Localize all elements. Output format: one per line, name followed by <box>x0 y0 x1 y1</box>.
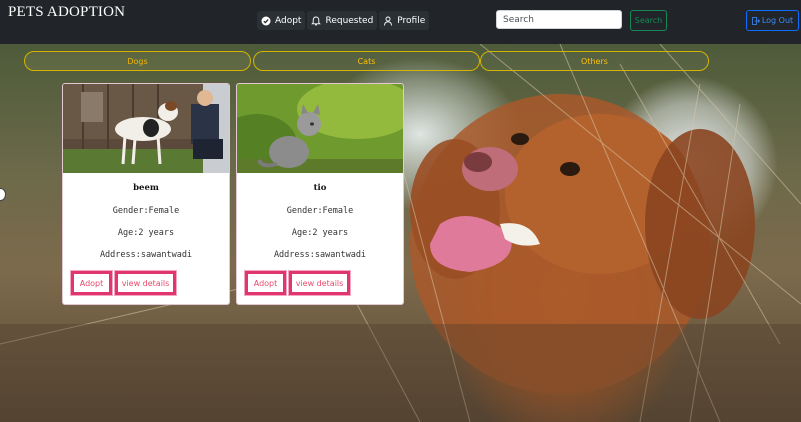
search-input[interactable] <box>496 10 622 29</box>
nav-links: Adopt Requested Profile <box>257 11 430 30</box>
pet-age: Age:2 years <box>117 228 175 238</box>
nav-requested[interactable]: Requested <box>307 11 378 30</box>
logout-label: Log Out <box>761 16 794 25</box>
bell-icon <box>311 16 322 26</box>
category-tab-others[interactable]: Others <box>480 51 709 71</box>
adopt-button[interactable]: Adopt <box>70 270 113 296</box>
top-navbar: PETS ADOPTION Adopt Requested Profile Se… <box>0 0 801 44</box>
pet-address: Address:sawantwadi <box>99 250 193 260</box>
pet-photo <box>63 84 229 173</box>
category-tab-dogs[interactable]: Dogs <box>24 51 251 71</box>
pet-gender: Gender:Female <box>286 206 354 216</box>
nav-adopt-label: Adopt <box>275 15 302 26</box>
logout-icon <box>751 16 760 25</box>
view-details-button[interactable]: view details <box>114 270 177 296</box>
pet-name: tio <box>313 183 327 193</box>
nav-adopt[interactable]: Adopt <box>257 11 306 30</box>
pet-name: beem <box>133 183 159 193</box>
category-tab-cats[interactable]: Cats <box>253 51 480 71</box>
pet-card: tio Gender:Female Age:2 years Address:sa… <box>236 83 404 305</box>
user-icon <box>384 16 393 26</box>
adopt-button[interactable]: Adopt <box>244 270 287 296</box>
nav-requested-label: Requested <box>325 15 374 26</box>
nav-profile-label: Profile <box>397 15 426 26</box>
pet-age: Age:2 years <box>291 228 349 238</box>
search-button[interactable]: Search <box>630 10 667 31</box>
pet-photo <box>237 84 403 173</box>
nav-profile[interactable]: Profile <box>379 11 430 30</box>
pet-address: Address:sawantwadi <box>273 250 367 260</box>
pet-card: beem Gender:Female Age:2 years Address:s… <box>62 83 230 305</box>
brand-title[interactable]: PETS ADOPTION <box>8 4 125 21</box>
check-circle-icon <box>261 16 271 25</box>
logout-button[interactable]: Log Out <box>746 10 799 31</box>
view-details-button[interactable]: view details <box>288 270 351 296</box>
pet-gender: Gender:Female <box>112 206 180 216</box>
